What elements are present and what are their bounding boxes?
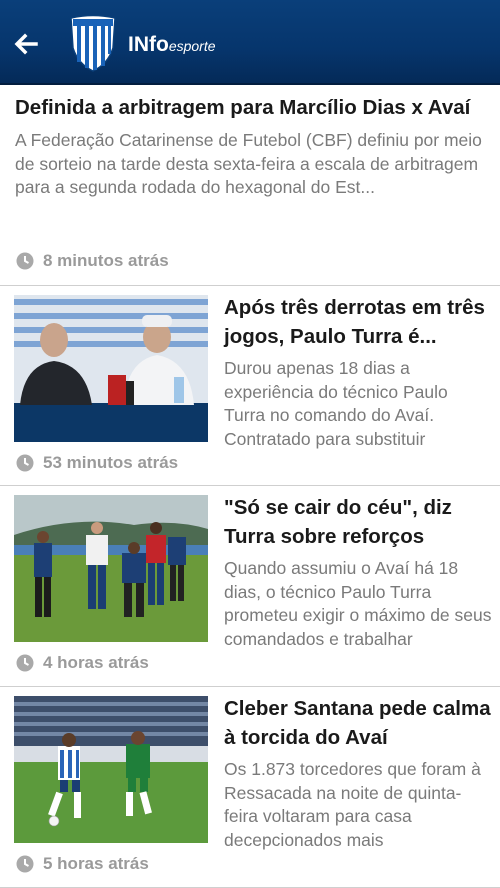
- news-time-label: 4 horas atrás: [43, 653, 149, 672]
- clock-icon: [16, 252, 34, 270]
- news-thumbnail[interactable]: [14, 696, 208, 843]
- news-summary: A Federação Catarinense de Futebol (CBF)…: [15, 130, 482, 197]
- logo-text-main: INfo: [128, 33, 169, 56]
- press-conference-photo: [14, 295, 208, 442]
- news-title[interactable]: "Só se cair do céu", diz Turra sobre ref…: [224, 493, 492, 551]
- match-photo: [14, 696, 208, 843]
- news-thumbnail[interactable]: [14, 295, 208, 442]
- news-summary: Quando assumiu o Avaí há 18 dias, o técn…: [224, 558, 492, 649]
- news-title[interactable]: Definida a arbitragem para Marcílio Dias…: [15, 93, 493, 122]
- avai-shield-icon: [70, 14, 116, 72]
- news-title[interactable]: Cleber Santana pede calma à torcida do A…: [224, 694, 492, 752]
- news-card[interactable]: Após três derrotas em três jogos, Paulo …: [0, 286, 500, 486]
- news-card[interactable]: Cleber Santana pede calma à torcida do A…: [0, 687, 500, 888]
- news-time: 5 horas atrás: [16, 854, 149, 874]
- clock-icon: [16, 654, 34, 672]
- news-time-label: 8 minutos atrás: [43, 251, 169, 270]
- news-time-label: 5 horas atrás: [43, 854, 149, 873]
- clock-icon: [16, 454, 34, 472]
- training-photo: [14, 495, 208, 642]
- logo-text-sub: esporte: [168, 38, 216, 54]
- app-logo-text: INfoesporte: [128, 33, 216, 57]
- clock-icon: [16, 855, 34, 873]
- app-header: INfoesporte: [0, 0, 500, 85]
- news-time-label: 53 minutos atrás: [43, 453, 179, 472]
- news-summary: Durou apenas 18 dias a experiência do té…: [224, 358, 448, 449]
- news-card[interactable]: "Só se cair do céu", diz Turra sobre ref…: [0, 486, 500, 687]
- news-summary: Os 1.873 torcedores que foram à Ressacad…: [224, 759, 481, 850]
- news-title[interactable]: Após três derrotas em três jogos, Paulo …: [224, 293, 492, 351]
- news-time: 4 horas atrás: [16, 653, 149, 673]
- news-time: 53 minutos atrás: [16, 453, 178, 473]
- news-card[interactable]: Definida a arbitragem para Marcílio Dias…: [0, 85, 500, 286]
- news-time: 8 minutos atrás: [16, 251, 169, 271]
- news-thumbnail[interactable]: [14, 495, 208, 642]
- back-arrow-icon[interactable]: [12, 30, 40, 58]
